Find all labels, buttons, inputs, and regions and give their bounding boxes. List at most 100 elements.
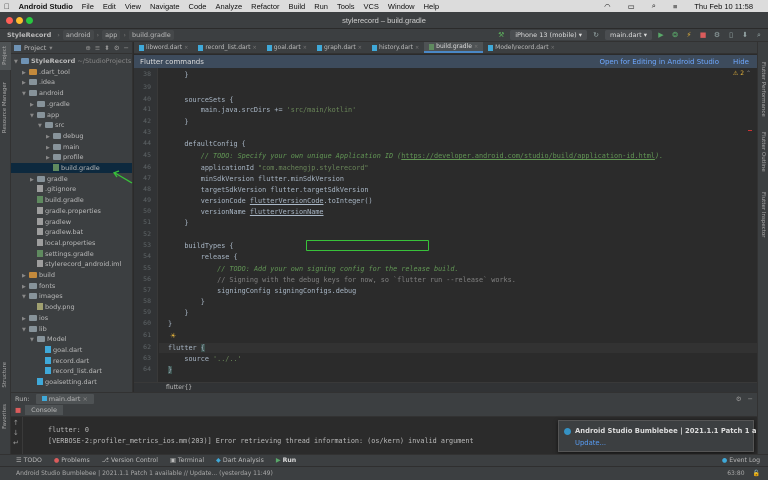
menu-refactor[interactable]: Refactor xyxy=(251,2,279,11)
tree-item[interactable]: gradlew.bat xyxy=(11,227,132,237)
menu-vcs[interactable]: VCS xyxy=(364,2,379,11)
warning-indicator[interactable]: ⚠ 2 ⌃ xyxy=(733,70,751,77)
chevron-down-icon[interactable]: ▼ xyxy=(14,57,21,67)
structure-tool-tab[interactable]: Structure xyxy=(2,362,8,388)
stop-run-icon[interactable]: ■ xyxy=(15,406,21,414)
tree-item[interactable]: ▶ fonts xyxy=(11,281,132,291)
zoom-window-button[interactable] xyxy=(26,17,33,24)
tree-item[interactable]: ▼ lib xyxy=(11,324,132,335)
tree-item[interactable]: .gitignore xyxy=(11,184,132,194)
chevron-right-icon[interactable]: ▶ xyxy=(22,271,29,281)
menu-view[interactable]: View xyxy=(125,2,141,11)
tree-item[interactable]: gradle.properties xyxy=(11,206,132,216)
menu-window[interactable]: Window xyxy=(388,2,415,11)
update-link[interactable]: Update... xyxy=(575,439,745,447)
editor-scrollbar[interactable] xyxy=(748,70,755,370)
close-icon[interactable]: × xyxy=(551,45,555,51)
editor-tab[interactable]: record_list.dart × xyxy=(193,42,261,53)
chevron-right-icon[interactable]: ▶ xyxy=(22,314,29,324)
battery-icon[interactable]: ▭ xyxy=(628,2,635,11)
chevron-right-icon[interactable]: ▶ xyxy=(30,175,37,185)
menu-file[interactable]: File xyxy=(82,2,94,11)
tree-item[interactable]: gradlew xyxy=(11,217,132,227)
open-in-android-studio-link[interactable]: Open for Editing in Android Studio xyxy=(599,58,719,66)
breadcrumb-app[interactable]: app xyxy=(102,30,121,40)
menu-tools[interactable]: Tools xyxy=(337,2,355,11)
hot-reload-icon[interactable]: ⚡ xyxy=(684,30,694,40)
stop-icon[interactable]: ■ xyxy=(698,30,708,40)
menu-navigate[interactable]: Navigate xyxy=(150,2,180,11)
tree-item[interactable]: ▼ images xyxy=(11,291,132,302)
editor-breadcrumb[interactable]: flutter{} xyxy=(134,382,757,392)
editor-tab[interactable]: build.gradle × xyxy=(424,42,484,53)
flutter-outline-tool-tab[interactable]: Flutter Outline xyxy=(760,132,766,172)
tree-item[interactable]: local.properties xyxy=(11,238,132,248)
cursor-position[interactable]: 63:80 xyxy=(727,470,744,477)
collapse-all-icon[interactable]: ≡ xyxy=(95,44,100,52)
tree-item[interactable]: ▶ debug xyxy=(11,131,132,142)
settings-icon[interactable]: ⚙ xyxy=(712,30,722,40)
chevron-down-icon[interactable]: ▼ xyxy=(30,111,37,121)
chevron-right-icon[interactable]: ▶ xyxy=(46,132,53,142)
gear-icon[interactable]: ⚙ xyxy=(736,395,742,403)
chevron-down-icon[interactable]: ▾ xyxy=(49,44,52,52)
close-icon[interactable]: × xyxy=(82,395,87,403)
breadcrumb-project[interactable]: StyleRecord xyxy=(4,30,54,40)
close-window-button[interactable] xyxy=(6,17,13,24)
chevron-down-icon[interactable]: ▼ xyxy=(22,292,29,302)
breadcrumb-android[interactable]: android xyxy=(62,30,94,40)
tree-item[interactable]: ▼ app xyxy=(11,110,132,121)
apple-icon[interactable]:  xyxy=(4,2,10,11)
search-everywhere-icon[interactable]: ⌕ xyxy=(754,30,764,40)
todo-tool-button[interactable]: ☰ TODO xyxy=(16,457,42,464)
search-icon[interactable]: ⌕ xyxy=(652,1,656,11)
minimize-window-button[interactable] xyxy=(16,17,23,24)
run-tab-main-dart[interactable]: main.dart × xyxy=(35,393,94,404)
tree-item[interactable]: body.png xyxy=(11,302,132,312)
close-icon[interactable]: × xyxy=(358,45,362,51)
menu-build[interactable]: Build xyxy=(289,2,306,11)
hide-panel-icon[interactable]: − xyxy=(748,395,753,403)
tree-item[interactable]: goalsetting.dart xyxy=(11,377,132,387)
device-manager-icon[interactable]: ▯ xyxy=(726,30,736,40)
flutter-performance-tool-tab[interactable]: Flutter Performance xyxy=(760,62,766,117)
chevron-right-icon[interactable]: ▶ xyxy=(46,153,53,163)
editor-tab[interactable]: libword.dart × xyxy=(134,42,193,53)
project-view-selector[interactable]: Project xyxy=(24,44,46,52)
tree-item[interactable]: ▶ main xyxy=(11,142,132,153)
favorites-tool-tab[interactable]: Favorites xyxy=(2,404,8,429)
editor-tab[interactable]: Model\record.dart × xyxy=(483,42,560,53)
control-center-icon[interactable]: ≡ xyxy=(673,2,677,11)
tree-item[interactable]: record.dart xyxy=(11,356,132,366)
menu-run[interactable]: Run xyxy=(314,2,328,11)
tree-item[interactable]: ▶ .gradle xyxy=(11,99,132,109)
chevron-down-icon[interactable]: ▼ xyxy=(22,325,29,335)
scroll-up-icon[interactable]: ↑ xyxy=(13,419,19,427)
chevron-right-icon[interactable]: ▶ xyxy=(22,68,29,78)
tree-item[interactable]: goal.dart xyxy=(11,345,132,355)
tree-item[interactable]: build.gradle xyxy=(11,195,132,205)
dart-analysis-tool-button[interactable]: ◆ Dart Analysis xyxy=(216,457,264,464)
scroll-down-icon[interactable]: ↓ xyxy=(13,429,19,437)
menu-code[interactable]: Code xyxy=(189,2,207,11)
hammer-icon[interactable]: ⚒ xyxy=(496,30,506,40)
console-tab[interactable]: Console xyxy=(25,405,63,415)
chevron-down-icon[interactable]: ▼ xyxy=(38,121,45,131)
status-message[interactable]: Android Studio Bumblebee | 2021.1.1 Patc… xyxy=(16,470,273,477)
problems-tool-button[interactable]: ● Problems xyxy=(54,457,90,464)
project-tool-tab[interactable]: Project xyxy=(2,46,8,65)
close-icon[interactable]: × xyxy=(474,44,478,50)
tree-item[interactable]: stylerecord_android.iml xyxy=(11,259,132,269)
clock[interactable]: Thu Feb 10 11:58 xyxy=(694,2,753,11)
flutter-inspector-tool-tab[interactable]: Flutter Inspector xyxy=(760,192,766,238)
editor-tab[interactable]: graph.dart × xyxy=(312,42,367,53)
error-stripe-mark[interactable] xyxy=(748,130,752,131)
update-notification[interactable]: Android Studio Bumblebee | 2021.1.1 Patc… xyxy=(558,420,756,452)
device-selector[interactable]: iPhone 13 (mobile) ▾ xyxy=(510,30,588,40)
chevron-right-icon[interactable]: ▶ xyxy=(46,143,53,153)
tree-item[interactable]: ▼ src xyxy=(11,120,132,131)
terminal-tool-button[interactable]: ▣ Terminal xyxy=(170,457,204,464)
run-config-selector[interactable]: main.dart ▾ xyxy=(605,30,652,40)
refresh-icon[interactable]: ↻ xyxy=(591,30,601,40)
chevron-down-icon[interactable]: ▼ xyxy=(22,89,29,99)
